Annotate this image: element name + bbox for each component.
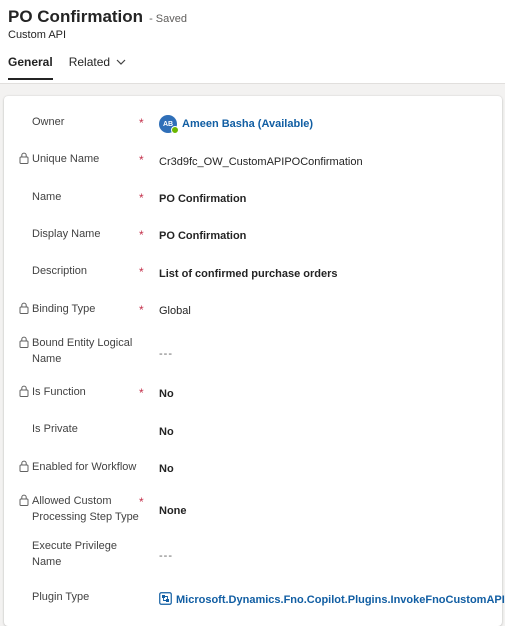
bound-entity-logical-name-label: Bound Entity Logical Name — [32, 337, 133, 365]
description-label: Description — [32, 265, 88, 277]
required-marker: * — [139, 228, 144, 242]
unique-name-value: Cr3d9fc_OW_CustomAPIPOConfirmation — [159, 156, 363, 168]
general-section-card: Owner * AB Ameen Basha (Available) Uniqu… — [4, 96, 505, 626]
name-label: Name — [32, 191, 62, 203]
lock-icon — [19, 302, 29, 314]
lock-icon — [19, 494, 29, 506]
owner-label: Owner — [32, 116, 65, 128]
unique-name-label: Unique Name — [32, 153, 100, 165]
tab-bar: General Related — [8, 52, 143, 82]
execute-privilege-name-label: Execute Privilege Name — [32, 540, 117, 568]
binding-type-label: Binding Type — [32, 303, 96, 315]
lock-icon — [19, 336, 29, 348]
name-input[interactable]: PO Confirmation — [159, 191, 246, 207]
plugin-type-label: Plugin Type — [32, 591, 90, 603]
allowed-custom-processing-step-type-value: None — [159, 505, 187, 517]
tab-related-label: Related — [68, 55, 111, 69]
title-row: PO Confirmation - Saved — [8, 7, 187, 27]
page-title: PO Confirmation — [8, 7, 144, 26]
is-private-toggle[interactable]: No — [159, 424, 174, 440]
entity-record-icon — [159, 592, 172, 605]
display-name-label: Display Name — [32, 228, 101, 240]
tab-related[interactable]: Related — [69, 52, 127, 80]
lock-icon — [19, 152, 29, 164]
is-function-value: No — [159, 388, 174, 400]
chevron-down-icon — [116, 59, 126, 65]
display-name-input[interactable]: PO Confirmation — [159, 228, 246, 244]
required-marker: * — [139, 116, 144, 130]
tab-general[interactable]: General — [8, 52, 53, 80]
execute-privilege-name-input[interactable]: --- — [159, 548, 173, 564]
plugin-type-link[interactable]: Microsoft.Dynamics.Fno.Copilot.Plugins.I… — [176, 592, 505, 608]
lock-icon — [19, 385, 29, 397]
save-status: - Saved — [149, 13, 187, 25]
presence-available-icon — [171, 126, 179, 134]
allowed-custom-processing-step-type-label: Allowed Custom Processing Step Type — [32, 495, 139, 523]
required-marker: * — [139, 495, 144, 509]
required-marker: * — [139, 303, 144, 317]
binding-type-value: Global — [159, 305, 191, 317]
tab-general-label: General — [8, 55, 53, 69]
is-function-label: Is Function — [32, 386, 86, 398]
required-marker: * — [139, 386, 144, 400]
lock-icon — [19, 460, 29, 472]
form-header: PO Confirmation - Saved Custom API Gener… — [0, 0, 505, 84]
required-marker: * — [139, 191, 144, 205]
enabled-for-workflow-label: Enabled for Workflow — [32, 461, 137, 473]
enabled-for-workflow-value: No — [159, 463, 174, 475]
required-marker: * — [139, 153, 144, 167]
is-private-label: Is Private — [32, 423, 78, 435]
entity-type-label: Custom API — [8, 29, 67, 41]
description-input[interactable]: List of confirmed purchase orders — [159, 266, 337, 282]
required-marker: * — [139, 265, 144, 279]
owner-link[interactable]: Ameen Basha (Available) — [182, 116, 313, 132]
bound-entity-logical-name-value: --- — [159, 348, 173, 360]
